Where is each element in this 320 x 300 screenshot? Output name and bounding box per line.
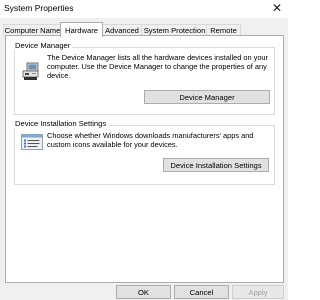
hardware-tab-panel: Device Manager The Device Manager lists … bbox=[5, 35, 284, 283]
dialog-body: Computer Name Hardware Advanced System P… bbox=[0, 18, 288, 300]
tab-hardware[interactable]: Hardware bbox=[60, 22, 103, 37]
device-installation-group-title: Device Installation Settings bbox=[14, 119, 109, 128]
window-title: System Properties bbox=[4, 3, 74, 13]
device-manager-group: Device Manager The Device Manager lists … bbox=[14, 41, 275, 115]
close-icon[interactable]: ✕ bbox=[272, 1, 282, 15]
cancel-button[interactable]: Cancel bbox=[174, 285, 229, 299]
device-installation-settings-button[interactable]: Device Installation Settings bbox=[163, 158, 269, 172]
device-installation-icon bbox=[21, 134, 43, 150]
device-manager-group-title: Device Manager bbox=[14, 41, 73, 50]
ok-button[interactable]: OK bbox=[116, 285, 171, 299]
device-installation-description: Choose whether Windows downloads manufac… bbox=[47, 131, 254, 149]
device-manager-icon bbox=[22, 62, 39, 80]
device-manager-button[interactable]: Device Manager bbox=[144, 90, 270, 104]
title-bar: System Properties ✕ bbox=[0, 0, 288, 18]
apply-button[interactable]: Apply bbox=[232, 285, 284, 299]
device-installation-group: Device Installation Settings Choose whet… bbox=[14, 119, 275, 185]
device-manager-description: The Device Manager lists all the hardwar… bbox=[47, 53, 269, 80]
